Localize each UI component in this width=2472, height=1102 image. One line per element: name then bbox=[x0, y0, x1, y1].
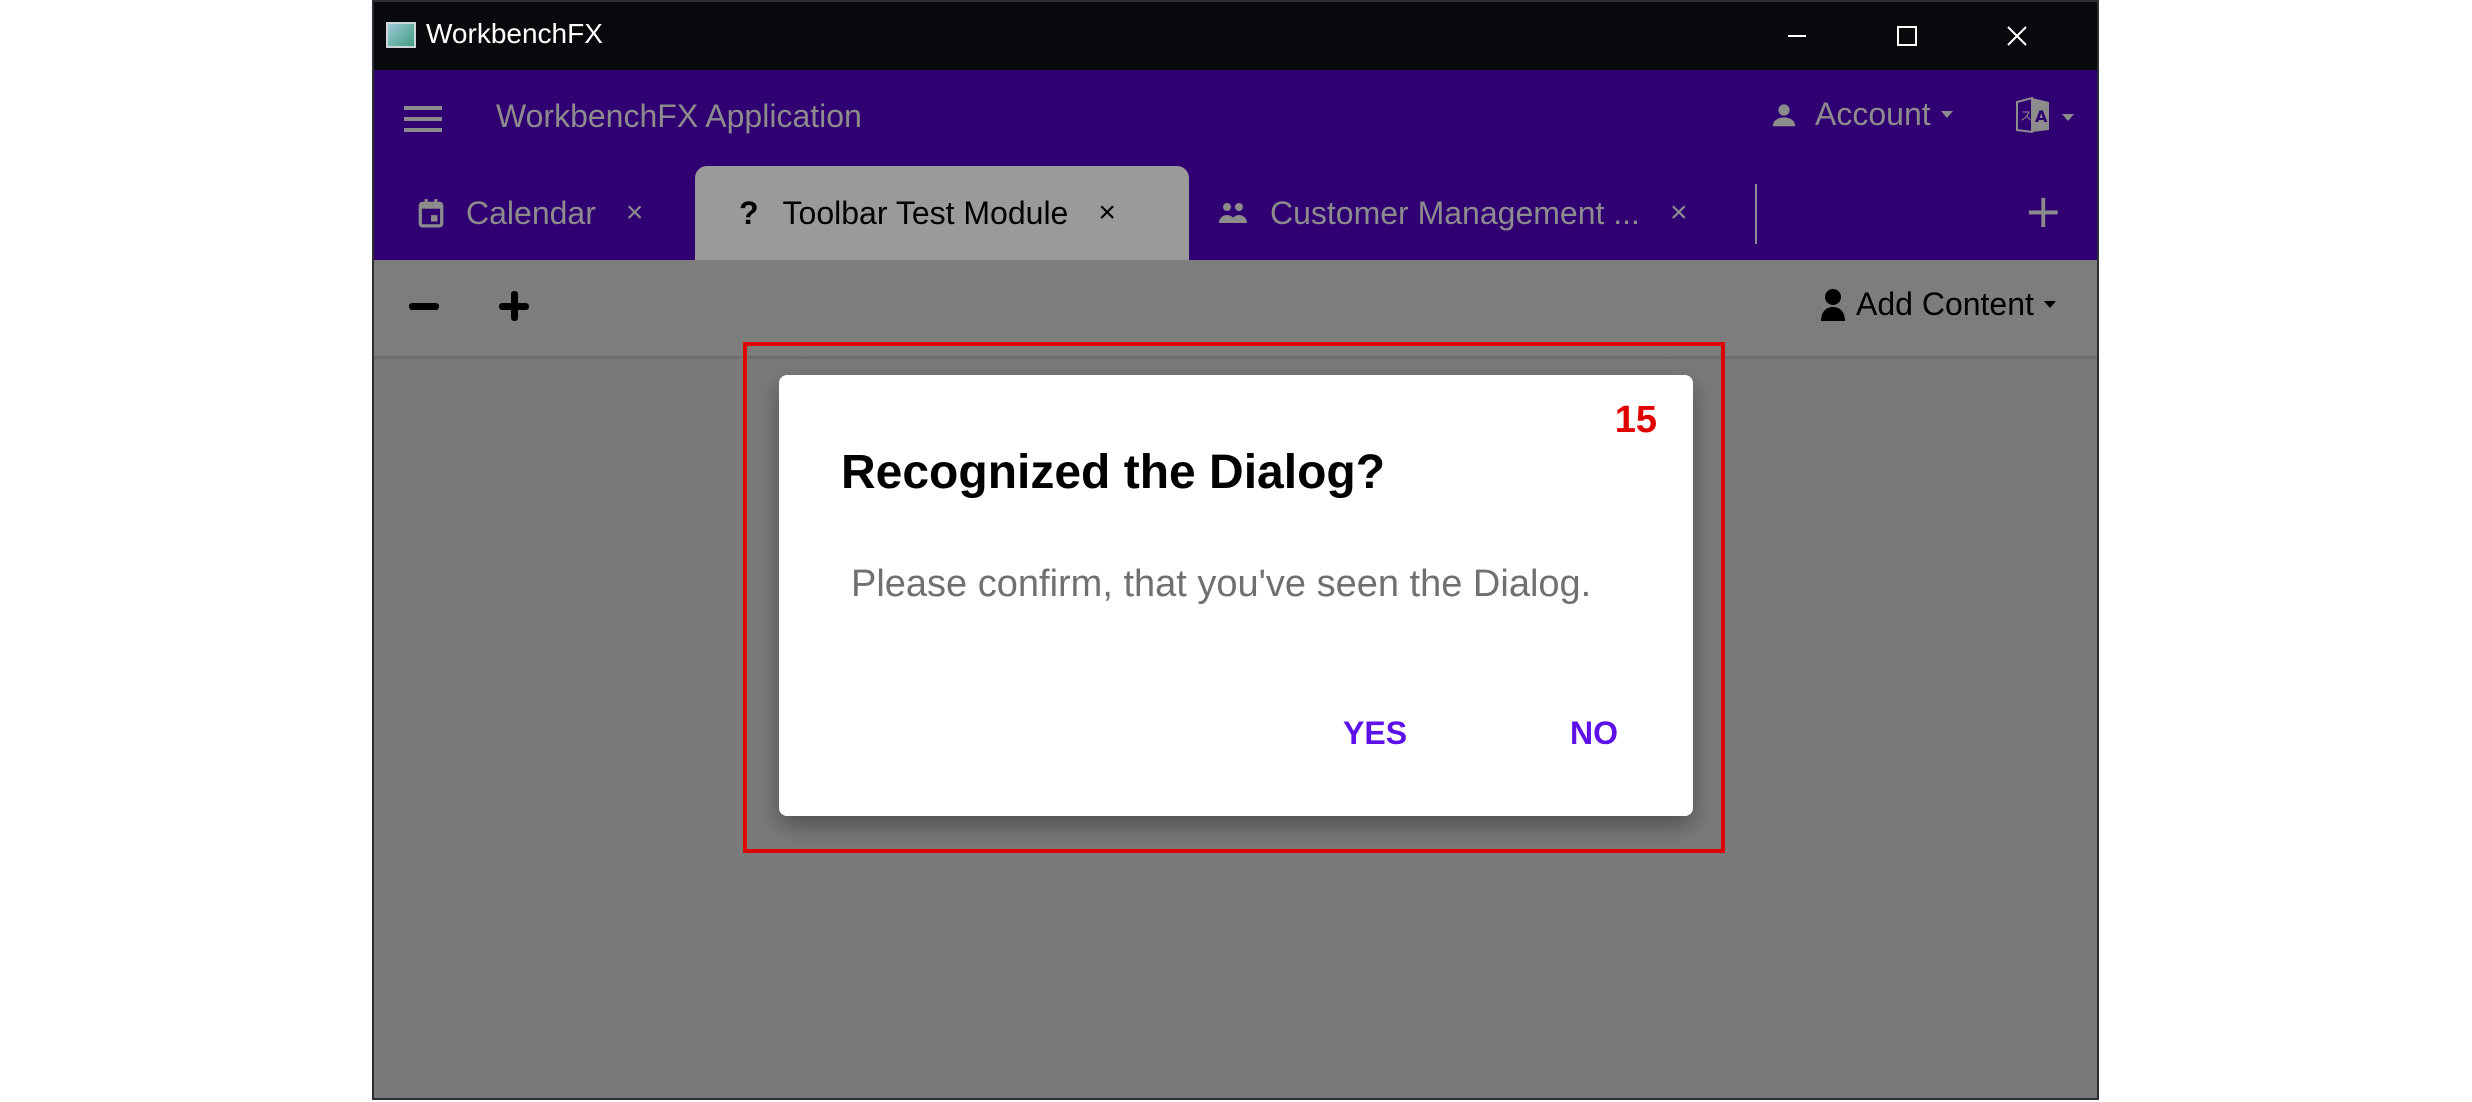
tab-calendar[interactable]: Calendar × bbox=[398, 166, 694, 260]
yes-button[interactable]: YES bbox=[1343, 715, 1407, 752]
calendar-icon bbox=[418, 199, 444, 228]
title-bar: WorkbenchFX bbox=[374, 2, 2097, 70]
tab-customer-management[interactable]: Customer Management ... × bbox=[1198, 166, 1738, 260]
add-content-label: Add Content bbox=[1856, 286, 2034, 322]
translate-icon: スA bbox=[2016, 96, 2049, 134]
account-label: Account bbox=[1815, 96, 1931, 132]
add-tab-button[interactable]: + bbox=[2024, 186, 2063, 236]
tab-label: Calendar bbox=[466, 194, 596, 231]
window-title: WorkbenchFX bbox=[426, 18, 603, 49]
svg-text:ス: ス bbox=[2020, 109, 2032, 123]
dialog-message: Please confirm, that you've seen the Dia… bbox=[851, 563, 1592, 605]
tab-close-icon[interactable]: × bbox=[626, 196, 644, 230]
tab-bar: Calendar × ? Toolbar Test Module × Custo… bbox=[374, 166, 2097, 260]
tab-toolbar-test-module[interactable]: ? Toolbar Test Module × bbox=[695, 166, 1189, 260]
close-window-button[interactable] bbox=[1962, 2, 2072, 70]
tab-separator bbox=[1755, 184, 1757, 244]
plus-icon[interactable] bbox=[499, 291, 529, 321]
people-icon bbox=[1219, 203, 1247, 223]
minimize-button[interactable] bbox=[1742, 2, 1852, 70]
app-title: WorkbenchFX Application bbox=[496, 98, 862, 134]
maximize-icon bbox=[1897, 26, 1917, 46]
caret-down-icon bbox=[1940, 111, 1953, 118]
hamburger-menu-icon[interactable] bbox=[404, 106, 442, 132]
caret-down-icon bbox=[2062, 113, 2074, 121]
app-bar: WorkbenchFX Application Account スA bbox=[374, 70, 2097, 166]
user-icon bbox=[1821, 288, 1845, 321]
tab-label: Customer Management ... bbox=[1270, 194, 1640, 231]
maximize-button[interactable] bbox=[1852, 2, 1962, 70]
language-menu[interactable]: スA bbox=[2014, 96, 2074, 138]
tab-close-icon[interactable]: × bbox=[1098, 196, 1116, 230]
add-content-menu[interactable]: Add Content bbox=[1820, 286, 2056, 323]
dialog-title: Recognized the Dialog? bbox=[841, 446, 1386, 499]
minimize-icon bbox=[1788, 35, 1806, 37]
confirmation-dialog: 15 Recognized the Dialog? Please confirm… bbox=[779, 375, 1693, 816]
no-button[interactable]: NO bbox=[1570, 715, 1618, 752]
caret-down-icon bbox=[2043, 301, 2056, 308]
app-icon bbox=[386, 22, 416, 48]
svg-text:A: A bbox=[2035, 107, 2048, 126]
tab-close-icon[interactable]: × bbox=[1670, 196, 1688, 230]
tab-label: Toolbar Test Module bbox=[782, 194, 1069, 231]
dialog-badge: 15 bbox=[1614, 399, 1657, 441]
close-icon bbox=[2007, 26, 2027, 46]
person-icon bbox=[1772, 103, 1796, 126]
minus-icon[interactable] bbox=[409, 303, 439, 310]
account-menu[interactable]: Account bbox=[1769, 96, 1953, 133]
question-icon: ? bbox=[739, 194, 759, 231]
